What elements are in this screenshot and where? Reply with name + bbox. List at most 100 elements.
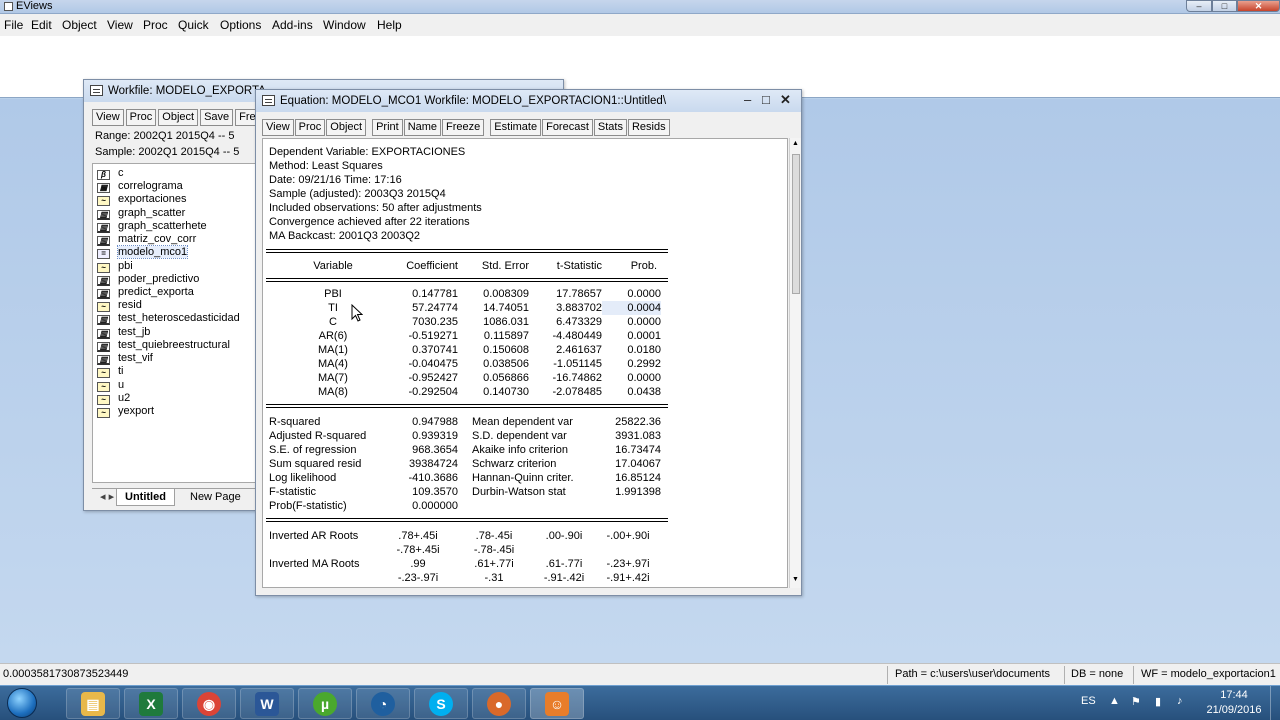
taskbar-chrome[interactable]: ◉	[182, 688, 236, 719]
list-item-object[interactable]: ▥ test_jb	[97, 326, 150, 339]
series-icon: ~	[97, 382, 110, 392]
wf-object-button[interactable]: Object	[158, 109, 199, 126]
taskbar-utorrent[interactable]: µ	[298, 688, 352, 719]
status-value: 0.0003581730873523449	[3, 668, 129, 680]
workfile-sample[interactable]: Sample: 2002Q1 2015Q4 -- 5	[95, 146, 239, 159]
list-item-object[interactable]: ▥ test_heteroscedasticidad	[97, 312, 240, 325]
status-divider	[1133, 666, 1134, 684]
eq-forecast-button[interactable]: Forecast	[542, 119, 593, 136]
eq-object-button[interactable]: Object	[326, 119, 367, 136]
list-item-object[interactable]: ▥ test_quiebreestructural	[97, 339, 230, 352]
list-item-object[interactable]: ~ u	[97, 379, 124, 392]
tray-expand-icon[interactable]: ▲	[1109, 695, 1120, 707]
cell-prob-selected[interactable]: 0.0004	[602, 301, 661, 315]
tray-clock-date[interactable]: 21/09/2016	[1204, 704, 1264, 716]
scroll-up-icon[interactable]: ▲	[792, 140, 799, 147]
stat-value: 39384724	[409, 458, 458, 470]
chrome-icon: ◉	[197, 692, 221, 716]
scroll-down-icon[interactable]: ▼	[792, 576, 799, 583]
cell-std-error: 0.115897	[483, 330, 529, 342]
list-item-object[interactable]: ~ yexport	[97, 405, 154, 418]
menu-quick[interactable]: Quick	[178, 18, 209, 32]
taskbar-excel[interactable]: X	[124, 688, 178, 719]
stat-label2: Hannan-Quinn criter.	[472, 472, 574, 484]
taskbar-app-ball[interactable]: ●	[472, 688, 526, 719]
equation-scrollbar[interactable]: ▲ ▼	[789, 138, 801, 588]
wf-proc-button[interactable]: Proc	[125, 109, 157, 126]
menu-proc[interactable]: Proc	[143, 18, 168, 32]
taskbar-word[interactable]: W	[240, 688, 294, 719]
eq-resids-button[interactable]: Resids	[627, 119, 670, 136]
menu-object[interactable]: Object	[62, 18, 97, 32]
equation-titlebar[interactable]: Equation: MODELO_MCO1 Workfile: MODELO_E…	[256, 90, 801, 112]
wf-view-button[interactable]: View	[92, 109, 124, 126]
cell-t-statistic: -16.74862	[552, 372, 602, 384]
list-item-object[interactable]: ▥ poder_predictivo	[97, 273, 199, 286]
taskbar-skype[interactable]: S	[414, 688, 468, 719]
tray-clock-time[interactable]: 17:44	[1210, 689, 1258, 701]
list-item-object[interactable]: ~ pbi	[97, 260, 133, 273]
tab-new-page[interactable]: New Page	[182, 489, 249, 505]
graph-icon: ▥	[97, 315, 110, 325]
eq-close-icon[interactable]: ✕	[780, 93, 791, 107]
eq-name-button[interactable]: Name	[403, 119, 442, 136]
tab-untitled[interactable]: Untitled	[116, 489, 175, 506]
tray-network-icon[interactable]: ▮	[1155, 695, 1161, 708]
series-icon: ~	[97, 196, 110, 206]
eq-maximize-icon[interactable]: □	[762, 93, 770, 107]
list-item-object[interactable]: ~ ti	[97, 365, 124, 378]
show-desktop-button[interactable]	[1270, 686, 1280, 720]
taskbar-explorer[interactable]: ▤	[66, 688, 120, 719]
eq-estimate-button[interactable]: Estimate	[490, 119, 542, 136]
scrollbar-thumb[interactable]	[792, 154, 800, 294]
tray-flag-icon[interactable]: ⚑	[1131, 695, 1141, 708]
object-name: poder_predictivo	[118, 273, 200, 285]
close-button[interactable]: ✕	[1237, 0, 1280, 12]
start-button[interactable]	[3, 687, 41, 719]
workfile-range[interactable]: Range: 2002Q1 2015Q4 -- 5	[95, 130, 234, 143]
list-item-object[interactable]: ▥ graph_scatter	[97, 207, 185, 220]
cell-variable: PBI	[324, 288, 342, 300]
object-name: test_quiebreestructural	[118, 339, 230, 351]
cell-std-error: 0.056866	[483, 372, 529, 384]
list-item-object[interactable]: ▥ predict_exporta	[97, 286, 194, 299]
list-item-object[interactable]: ~ resid	[97, 299, 142, 312]
menu-window[interactable]: Window	[323, 18, 366, 32]
list-item-object[interactable]: ▦ correlograma	[97, 180, 183, 193]
list-item-object[interactable]: ▥ matriz_cov_corr	[97, 233, 196, 246]
menu-options[interactable]: Options	[220, 18, 261, 32]
stat-label: F-statistic	[269, 486, 317, 498]
menu-edit[interactable]: Edit	[31, 18, 52, 32]
taskbar-eviews[interactable]: ☺	[530, 688, 584, 719]
menu-view[interactable]: View	[107, 18, 133, 32]
eq-proc-button[interactable]: Proc	[294, 119, 326, 136]
list-item-object-selected[interactable]: = modelo_mco1	[97, 245, 189, 259]
observations-line: Included observations: 50 after adjustme…	[269, 202, 482, 214]
minimize-button[interactable]: –	[1186, 0, 1212, 12]
eq-freeze-button[interactable]: Freeze	[442, 119, 485, 136]
eq-print-button[interactable]: Print	[372, 119, 403, 136]
taskbar: ▤ X ◉ W µ ◔ S ● ☺ ES ▲ ⚑ ▮ ♪ 17:44 21/09…	[0, 685, 1280, 720]
table-rule	[266, 278, 668, 279]
list-item-object[interactable]: βc	[97, 167, 124, 180]
range-suffix: -- 5	[217, 130, 235, 142]
status-divider	[887, 666, 888, 684]
list-item-object[interactable]: ▥ graph_scatterhete	[97, 220, 207, 233]
list-item-object[interactable]: ▥ test_vif	[97, 352, 153, 365]
cell-std-error: 0.008309	[483, 288, 529, 300]
menu-file[interactable]: File	[4, 18, 23, 32]
stat-value2: 25822.36	[615, 416, 661, 428]
eq-view-button[interactable]: View	[262, 119, 294, 136]
sample-label: Sample:	[95, 146, 136, 158]
list-item-object[interactable]: ~ u2	[97, 392, 130, 405]
menu-add-ins[interactable]: Add-ins	[272, 18, 313, 32]
menu-help[interactable]: Help	[377, 18, 402, 32]
eq-stats-button[interactable]: Stats	[593, 119, 627, 136]
wf-save-button[interactable]: Save	[200, 109, 234, 126]
list-item-object[interactable]: ~ exportaciones	[97, 193, 187, 206]
eq-minimize-icon[interactable]: –	[744, 93, 751, 107]
tray-language[interactable]: ES	[1081, 695, 1096, 707]
taskbar-speedometer[interactable]: ◔	[356, 688, 410, 719]
maximize-button[interactable]: □	[1212, 0, 1237, 12]
tray-volume-icon[interactable]: ♪	[1177, 695, 1183, 707]
